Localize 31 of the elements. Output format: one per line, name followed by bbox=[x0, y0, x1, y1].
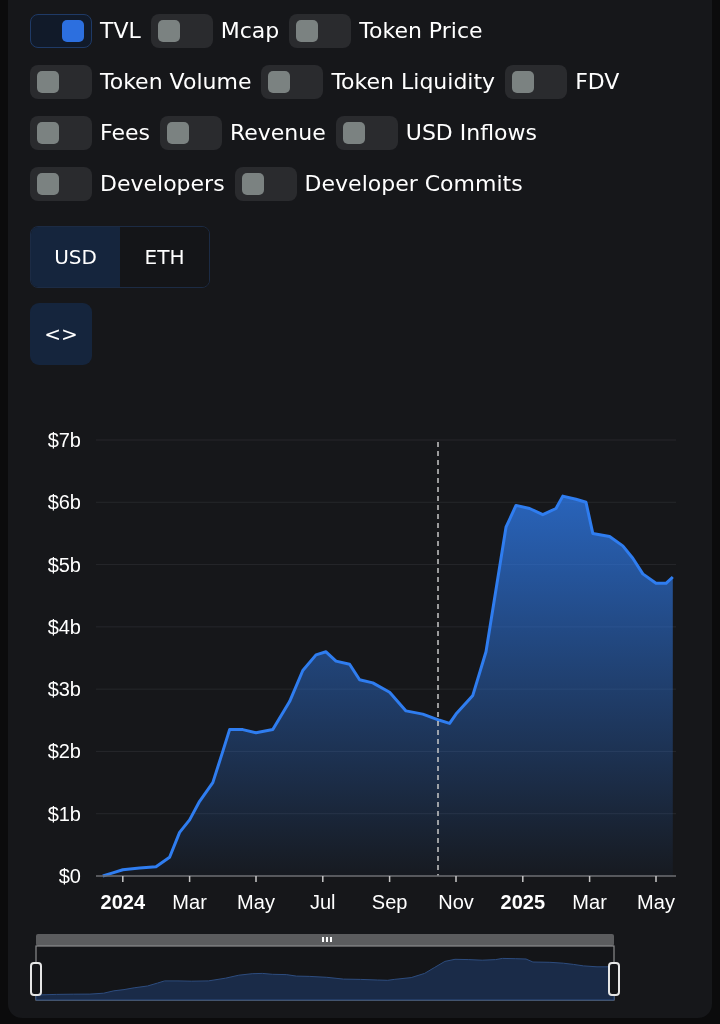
x-tick-label: Nov bbox=[438, 891, 474, 913]
toggle-switch[interactable]: Revenue bbox=[160, 112, 326, 153]
toggle-switch[interactable]: Token Volume bbox=[30, 61, 252, 102]
y-tick-label: $3b bbox=[47, 678, 81, 701]
y-tick-label: $5b bbox=[47, 553, 81, 576]
x-tick-label: Jul bbox=[310, 891, 336, 913]
x-tick-label: Mar bbox=[572, 891, 607, 913]
y-tick-label: $4b bbox=[47, 615, 81, 638]
toggle-switch[interactable]: Fees bbox=[30, 112, 150, 153]
toggle-switch[interactable]: TVL bbox=[30, 10, 141, 51]
x-tick-label: 2025 bbox=[500, 891, 546, 913]
toggle-switch[interactable]: FDV bbox=[505, 61, 620, 102]
x-tick-label: 2024 bbox=[100, 891, 146, 913]
x-tick-label: May bbox=[637, 891, 675, 913]
toggle-switch[interactable]: Token Price bbox=[289, 10, 483, 51]
x-tick-label: Sep bbox=[371, 891, 408, 913]
toggle-switch[interactable]: Developer Commits bbox=[234, 163, 523, 204]
toggle-switch[interactable]: Token Liquidity bbox=[261, 61, 496, 102]
y-tick-label: $2b bbox=[47, 740, 81, 763]
y-tick-label: $0 bbox=[58, 865, 81, 887]
x-tick-label: Mar bbox=[172, 891, 207, 913]
y-tick-label: $7b bbox=[47, 429, 81, 451]
x-tick-label: May bbox=[237, 891, 275, 913]
currency-tab[interactable]: USD bbox=[31, 227, 120, 287]
y-tick-label: $6b bbox=[47, 491, 81, 514]
toggle-switch[interactable]: USD Inflows bbox=[335, 112, 537, 153]
toggle-switch[interactable]: Mcap bbox=[150, 10, 280, 51]
range-slider-drawing[interactable] bbox=[30, 934, 620, 1001]
embed-button[interactable]: <> bbox=[30, 303, 92, 365]
y-tick-label: $1b bbox=[47, 802, 81, 825]
toggle-switch[interactable]: Developers bbox=[30, 163, 225, 204]
